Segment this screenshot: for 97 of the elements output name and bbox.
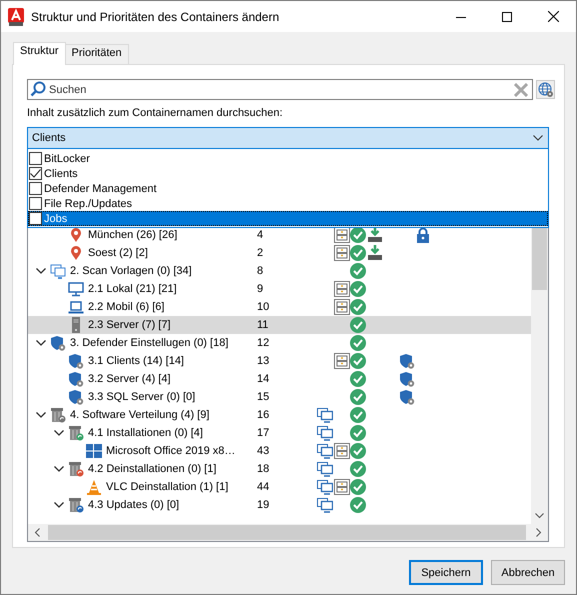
cancel-button[interactable]: Abbrechen (491, 560, 565, 585)
priority-number: 17 (257, 427, 270, 439)
item-name: Microsoft Office 2019 x8… (106, 445, 236, 457)
tree-row[interactable]: 2.2 Mobil (6) [6] 10 (28, 298, 532, 316)
priority-number: 9 (257, 283, 264, 295)
bin-icon (68, 425, 84, 441)
traffic-cone-icon (86, 479, 102, 495)
item-name: 4.1 Installationen (0) [4] (88, 427, 203, 439)
tree-row[interactable]: VLC Deinstallation (1) [1] 44 (28, 478, 532, 496)
item-name: 3.1 Clients (14) [14] (88, 355, 184, 367)
priority-number: 8 (257, 265, 264, 277)
priority-number: 15 (257, 391, 270, 403)
laptop-icon (68, 299, 84, 315)
priority-number: 4 (257, 229, 264, 241)
horizontal-scrollbar[interactable] (28, 524, 548, 541)
close-icon (548, 11, 558, 22)
tree-row[interactable]: 3.3 SQL Server (0) [0] 15 (28, 388, 532, 406)
tree-row[interactable]: Microsoft Office 2019 x8… 43 (28, 442, 532, 460)
chevron-down-icon (533, 135, 543, 141)
search-icon (30, 81, 46, 97)
monitor-icon (68, 281, 84, 297)
tree-row[interactable]: Soest (2) [2] 2 (28, 244, 532, 262)
tree-row[interactable]: 3.2 Server (4) [4] 14 (28, 370, 532, 388)
shield-gear-icon (68, 353, 84, 369)
bin-icon (50, 407, 66, 423)
window-title: Struktur und Prioritäten des Containers ändern (31, 10, 280, 24)
tree-row[interactable]: 4.2 Deinstallationen (0) [1] 18 (28, 460, 532, 478)
item-name: 2. Scan Vorlagen (0) [34] (70, 265, 192, 277)
shield-gear-icon (68, 389, 84, 405)
item-name: 4. Software Verteilung (4) [9] (70, 409, 210, 421)
collapse-chevron-icon[interactable] (34, 410, 48, 420)
monitors-icon (50, 263, 66, 279)
collapse-chevron-icon[interactable] (34, 266, 48, 276)
collapse-chevron-icon[interactable] (52, 500, 66, 510)
tree-row[interactable]: 4.3 Updates (0) [0] 19 (28, 496, 532, 514)
tree-row[interactable]: 3.1 Clients (14) [14] 13 (28, 352, 532, 370)
priority-number: 11 (257, 319, 270, 331)
item-name: 2.2 Mobil (6) [6] (88, 301, 164, 313)
tree-row[interactable]: 2.3 Server (7) [7] 11 (28, 316, 532, 334)
checkbox[interactable] (29, 182, 42, 195)
filter-dropdown[interactable]: Clients (27, 127, 549, 149)
bin-icon (68, 461, 84, 477)
checkbox[interactable] (29, 152, 42, 165)
checkbox[interactable] (29, 212, 42, 225)
item-name: 3.2 Server (4) [4] (88, 373, 171, 385)
scroll-right-icon[interactable] (536, 528, 542, 537)
priority-number: 14 (257, 373, 270, 385)
shield-gear-icon (50, 335, 66, 351)
priority-number: 13 (257, 355, 270, 367)
priority-number: 10 (257, 301, 270, 313)
item-name: 3.3 SQL Server (0) [0] (88, 391, 196, 403)
scroll-left-icon[interactable] (34, 528, 40, 537)
item-name: 2.1 Lokal (21) [21] (88, 283, 177, 295)
app-logo-icon (8, 8, 24, 26)
priority-number: 44 (257, 481, 270, 493)
web-settings-button[interactable] (536, 80, 555, 99)
item-name: Soest (2) [2] (88, 247, 148, 259)
collapse-chevron-icon[interactable] (52, 464, 66, 474)
priority-number: 43 (257, 445, 270, 457)
priority-number: 19 (257, 499, 270, 511)
item-name: 3. Defender Einstellugen (0) [18] (70, 337, 228, 349)
tab[interactable]: Struktur (13, 42, 66, 65)
collapse-chevron-icon[interactable] (52, 428, 66, 438)
priority-number: 12 (257, 337, 270, 349)
collapse-chevron-icon[interactable] (34, 338, 48, 348)
maximize-icon (502, 12, 512, 22)
item-name: 2.3 Server (7) [7] (88, 319, 171, 331)
priority-number: 16 (257, 409, 270, 421)
scroll-thumb[interactable] (48, 525, 526, 540)
bin-icon (68, 497, 84, 513)
dropdown-option[interactable]: Clients (28, 166, 548, 181)
tree-row[interactable]: 4. Software Verteilung (4) [9] 16 (28, 406, 532, 424)
tree-row[interactable]: 3. Defender Einstellugen (0) [18] 12 (28, 334, 532, 352)
tab[interactable]: Prioritäten (64, 44, 129, 64)
item-name: 4.3 Updates (0) [0] (88, 499, 180, 511)
item-name: München (26) [26] (88, 229, 178, 241)
tree-row[interactable]: 2.1 Lokal (21) [21] 9 (28, 280, 532, 298)
tree-row[interactable]: 2. Scan Vorlagen (0) [34] 8 (28, 262, 532, 280)
save-button[interactable]: Speichern (409, 560, 483, 585)
filter-label: Inhalt zusätzlich zum Containernamen durchsuchen: (27, 107, 284, 121)
windows-logo-icon (86, 443, 102, 459)
checkbox[interactable] (29, 167, 42, 180)
priority-number: 18 (257, 463, 270, 475)
dropdown-option[interactable]: Jobs (28, 211, 548, 226)
tree-row[interactable]: 4.1 Installationen (0) [4] 17 (28, 424, 532, 442)
location-pin-icon (68, 245, 84, 261)
scroll-thumb[interactable] (532, 226, 547, 290)
checkbox[interactable] (29, 197, 42, 210)
scroll-down-icon[interactable] (535, 513, 544, 519)
dropdown-option[interactable]: Defender Management (28, 181, 548, 196)
dropdown-option[interactable]: File Rep./Updates (28, 196, 548, 211)
priority-number: 2 (257, 247, 264, 259)
search-field[interactable]: Suchen (27, 79, 533, 100)
item-name: 4.2 Deinstallationen (0) [1] (88, 463, 216, 475)
dropdown-option[interactable]: BitLocker (28, 151, 548, 166)
shield-gear-icon (68, 371, 84, 387)
item-name: VLC Deinstallation (1) [1] (106, 481, 228, 493)
